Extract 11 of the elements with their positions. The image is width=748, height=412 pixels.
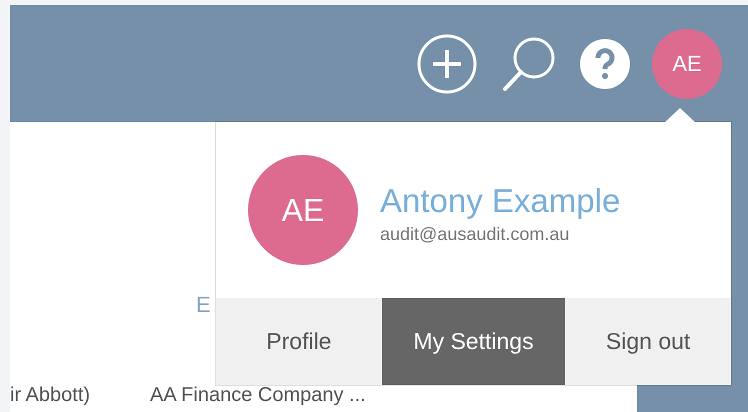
menu-item[interactable]: My Settings — [382, 298, 566, 385]
menu-item[interactable]: Profile — [216, 298, 382, 385]
menu-item[interactable]: Sign out — [565, 298, 731, 385]
column-heading: E — [196, 292, 212, 318]
table-cell: ir Abbott) — [10, 384, 90, 407]
user-name: Antony Example — [380, 182, 620, 220]
user-email: audit@ausaudit.com.au — [380, 224, 570, 244]
user-avatar: AE — [248, 155, 358, 265]
add-icon[interactable] — [416, 32, 478, 94]
table-cell: AA Finance Company ... — [150, 384, 366, 407]
help-icon[interactable] — [580, 38, 630, 88]
